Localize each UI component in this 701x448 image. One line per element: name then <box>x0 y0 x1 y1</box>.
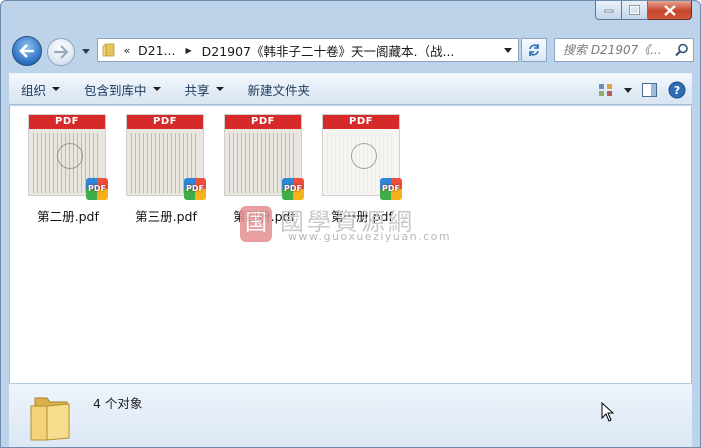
watermark-logo: 国 <box>240 206 272 242</box>
back-arrow-icon <box>19 44 34 58</box>
command-bar: 组织 包含到库中 共享 新建文件夹 ? <box>9 73 692 105</box>
toolbar-right-group: ? <box>598 74 686 106</box>
preview-pane-button[interactable] <box>642 78 658 102</box>
close-icon <box>663 4 676 16</box>
chevron-down-icon <box>504 47 512 53</box>
forward-button[interactable] <box>47 38 75 66</box>
address-bar[interactable]: « D21... ▶ D21907《韩非子二十卷》天一阁藏本.（战... <box>97 38 519 62</box>
address-dropdown[interactable] <box>500 42 516 58</box>
view-options-dropdown[interactable] <box>624 78 632 102</box>
seal-mark <box>57 143 83 169</box>
change-view-button[interactable] <box>598 78 614 102</box>
search-icon[interactable] <box>675 43 689 57</box>
breadcrumb-item[interactable]: D21... <box>134 43 179 58</box>
watermark: 国 國學資源網 www.guoxueziyuan.com <box>240 202 480 246</box>
forward-arrow-icon <box>54 45 69 59</box>
folder-icon <box>30 397 70 441</box>
maximize-button[interactable] <box>622 1 648 20</box>
pdf-app-icon: PDF <box>282 178 304 200</box>
breadcrumb-item[interactable]: D21907《韩非子二十卷》天一阁藏本.（战... <box>198 41 459 60</box>
chevron-down-icon <box>152 87 161 91</box>
file-item[interactable]: PDF PDF 第二册.pdf <box>18 114 108 224</box>
chevron-down-icon <box>52 87 61 91</box>
breadcrumb-overflow[interactable]: « <box>120 44 134 57</box>
caption-buttons <box>595 1 692 21</box>
recent-pages-dropdown[interactable] <box>81 46 91 56</box>
item-count: 4 个对象 <box>93 396 143 411</box>
help-icon: ? <box>668 81 686 99</box>
thumb-header: PDF <box>225 115 301 129</box>
back-button[interactable] <box>12 36 42 66</box>
close-button[interactable] <box>648 1 692 20</box>
watermark-url: www.guoxueziyuan.com <box>288 230 452 243</box>
file-name: 第三册.pdf <box>135 209 197 224</box>
thumb-header: PDF <box>127 115 203 129</box>
refresh-button[interactable] <box>521 38 547 62</box>
file-item[interactable]: PDF PDF 第三册.pdf <box>116 114 206 224</box>
pdf-app-icon: PDF <box>184 178 206 200</box>
pdf-app-icon: PDF <box>380 178 402 200</box>
refresh-icon <box>529 44 539 56</box>
preview-pane-icon <box>642 83 657 97</box>
minimize-icon <box>603 9 613 13</box>
share-button[interactable]: 共享 <box>173 76 236 102</box>
chevron-down-icon <box>82 48 90 54</box>
new-folder-button[interactable]: 新建文件夹 <box>236 76 323 102</box>
search-input[interactable] <box>563 43 671 57</box>
minimize-button[interactable] <box>595 1 622 20</box>
file-name: 第二册.pdf <box>37 209 99 224</box>
view-grid-icon <box>599 84 612 96</box>
maximize-icon <box>629 5 640 15</box>
new-folder-label: 新建文件夹 <box>247 82 311 98</box>
organize-label: 组织 <box>21 82 47 98</box>
search-box[interactable] <box>554 38 694 62</box>
folder-icon <box>98 39 120 61</box>
navigation-row: « D21... ▶ D21907《韩非子二十卷》天一阁藏本.（战... <box>9 34 694 66</box>
chevron-down-icon <box>215 87 224 91</box>
file-list-area[interactable]: PDF PDF 第二册.pdf PDF PDF 第三册.pdf PDF PDF … <box>9 106 692 383</box>
seal-mark <box>351 143 377 169</box>
explorer-window: « D21... ▶ D21907《韩非子二十卷》天一阁藏本.（战... 组织 … <box>0 0 701 448</box>
include-in-library-button[interactable]: 包含到库中 <box>72 76 173 102</box>
chevron-down-icon <box>624 87 632 93</box>
help-button[interactable]: ? <box>668 78 686 102</box>
svg-text:?: ? <box>674 84 680 97</box>
organize-button[interactable]: 组织 <box>9 76 72 102</box>
pdf-app-icon: PDF <box>86 178 108 200</box>
mouse-cursor-icon <box>601 402 615 422</box>
thumb-header: PDF <box>323 115 399 129</box>
include-in-library-label: 包含到库中 <box>84 82 147 98</box>
breadcrumb-separator-icon[interactable]: ▶ <box>179 46 197 55</box>
share-label: 共享 <box>184 82 210 98</box>
details-pane: 4 个对象 <box>9 383 692 447</box>
thumb-header: PDF <box>29 115 105 129</box>
